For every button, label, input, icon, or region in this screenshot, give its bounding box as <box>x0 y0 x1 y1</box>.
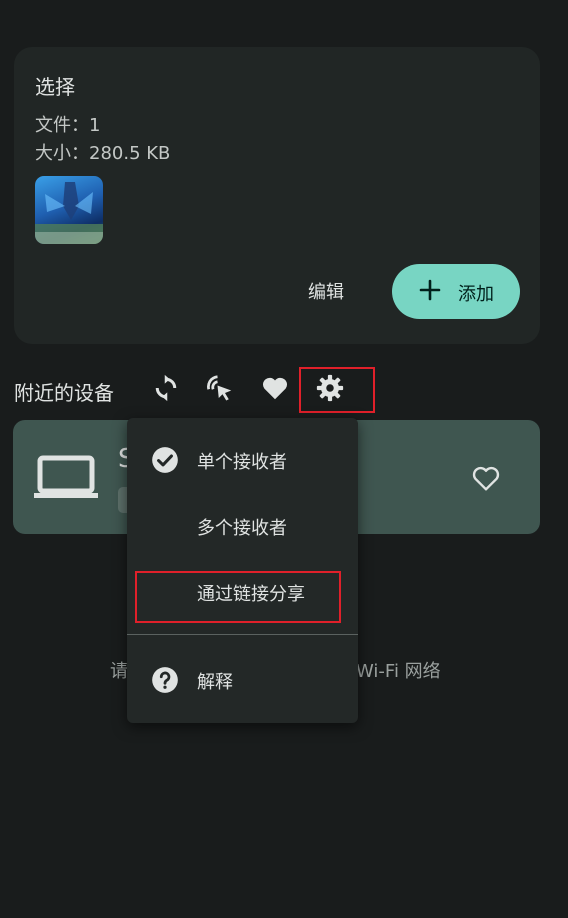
favorites-icon[interactable] <box>260 373 290 403</box>
hint-text-end: Wi-Fi 网络 <box>356 661 441 682</box>
hint-text-start: 请 <box>110 661 128 682</box>
laptop-icon <box>34 455 98 498</box>
refresh-icon[interactable] <box>151 373 181 403</box>
thumbnail-image <box>35 182 103 244</box>
nearby-devices-label: 附近的设备 <box>14 381 114 405</box>
settings-highlight <box>299 367 375 413</box>
menu-item-label: 单个接收者 <box>197 452 287 473</box>
edit-button[interactable]: 编辑 <box>296 275 356 311</box>
menu-item-label: 解释 <box>197 672 233 693</box>
menu-item-single-recipient[interactable]: 单个接收者 <box>127 432 358 488</box>
selection-title: 选择 <box>35 75 75 99</box>
favorite-outline-icon[interactable] <box>469 462 503 494</box>
share-link-highlight <box>135 571 341 623</box>
add-button[interactable]: 添加 <box>392 264 520 319</box>
menu-divider <box>127 634 358 635</box>
check-circle-icon <box>152 447 178 473</box>
touch-scan-icon[interactable] <box>205 373 235 403</box>
settings-menu: 单个接收者 多个接收者 通过链接分享 解释 <box>127 418 358 723</box>
help-icon <box>152 667 178 693</box>
screen: 选择 文件：1 大小：280.5 KB 编辑 添加 附近的设备 请 Wi-Fi … <box>0 0 568 918</box>
file-size: 大小：280.5 KB <box>35 143 171 164</box>
menu-item-label: 多个接收者 <box>197 518 287 539</box>
selection-card: 选择 文件：1 大小：280.5 KB 编辑 添加 <box>14 47 540 344</box>
menu-item-multiple-recipients[interactable]: 多个接收者 <box>127 498 358 554</box>
plus-icon <box>419 279 441 301</box>
menu-item-explain[interactable]: 解释 <box>127 652 358 708</box>
file-thumbnail[interactable] <box>35 176 103 244</box>
file-count: 文件：1 <box>35 115 101 136</box>
add-button-label: 添加 <box>458 284 494 305</box>
